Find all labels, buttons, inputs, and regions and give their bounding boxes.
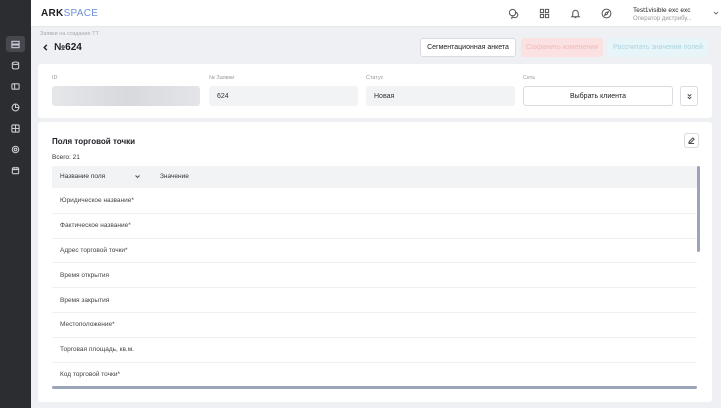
notifications-button[interactable] xyxy=(569,7,582,20)
network-label: Сеть xyxy=(523,75,536,81)
pencil-icon xyxy=(688,137,695,144)
column-header-value: Значение xyxy=(160,173,189,180)
sidebar-item-cards[interactable] xyxy=(6,78,25,94)
double-chevron-down-icon xyxy=(686,93,692,99)
top-bar: ARKSPACE Test1visible exc exc Оператор д… xyxy=(31,0,721,27)
fields-section-title: Поля торговой точки xyxy=(52,137,136,146)
expand-button[interactable] xyxy=(680,86,698,106)
column-header-name[interactable]: Название поля xyxy=(60,173,105,180)
sidebar-item-analytics[interactable] xyxy=(6,120,25,136)
vertical-scrollbar[interactable] xyxy=(697,166,700,252)
apps-icon xyxy=(539,8,550,19)
chevron-down-icon[interactable] xyxy=(713,10,719,16)
segmentation-form-button[interactable]: Сегментационная анкета xyxy=(420,38,516,57)
request-number-field: 624 xyxy=(209,86,358,106)
sort-chevron-icon[interactable] xyxy=(134,173,141,180)
table-row[interactable]: Время закрытия xyxy=(52,288,697,313)
compass-icon xyxy=(601,8,612,19)
user-name: Test1visible exc exc xyxy=(633,7,691,14)
request-number-label: № Заявки xyxy=(209,75,235,81)
table-row[interactable]: Фактическое название* xyxy=(52,214,697,239)
page-title: №624 xyxy=(42,42,82,53)
status-field: Новая xyxy=(366,86,515,106)
user-menu[interactable]: Test1visible exc exc Оператор дистрибу..… xyxy=(633,6,692,24)
card-icon xyxy=(11,82,20,90)
request-number: №624 xyxy=(54,42,82,53)
back-arrow-icon[interactable] xyxy=(42,44,49,51)
table-row[interactable]: Местоположение* xyxy=(52,313,697,338)
user-role: Оператор дистрибу... xyxy=(633,16,692,22)
logo-sub: SPACE xyxy=(63,8,99,19)
fields-table-body: Юридическое название* Фактическое назван… xyxy=(52,189,697,388)
sidebar-rail xyxy=(0,0,31,408)
logo[interactable]: ARKSPACE xyxy=(41,8,98,19)
sidebar-item-reports[interactable] xyxy=(6,99,25,115)
horizontal-scrollbar[interactable] xyxy=(52,386,697,389)
pie-icon xyxy=(11,103,20,111)
edit-fields-button[interactable] xyxy=(684,133,699,148)
table-row[interactable]: Юридическое название* xyxy=(52,189,697,214)
table-row[interactable]: Адрес торговой точки* xyxy=(52,239,697,264)
sidebar-item-database[interactable] xyxy=(6,57,25,73)
calendar-icon xyxy=(11,166,20,174)
sidebar-item-requests[interactable] xyxy=(6,36,25,52)
save-changes-button[interactable]: Сохранить изменения xyxy=(521,38,603,57)
list-icon xyxy=(11,40,20,48)
id-label: ID xyxy=(52,75,58,81)
database-icon xyxy=(11,60,20,70)
id-field xyxy=(52,86,200,106)
table-row[interactable]: Время открытия xyxy=(52,263,697,289)
chat-icon xyxy=(508,8,519,19)
select-client-button[interactable]: Выбрать клиента xyxy=(523,86,673,106)
calculate-fields-button[interactable]: Рассчитать значения полей xyxy=(608,38,708,57)
table-row[interactable]: Торговая площадь, кв.м. xyxy=(52,338,697,363)
logo-main: ARK xyxy=(41,8,64,19)
fields-total: Всего: 21 xyxy=(52,154,80,161)
chat-button[interactable] xyxy=(507,7,520,20)
status-label: Статус xyxy=(366,75,384,81)
apps-button[interactable] xyxy=(538,7,551,20)
sidebar-item-calendar[interactable] xyxy=(6,162,25,178)
gear-icon xyxy=(11,145,20,153)
fields-table-header: Название поля Значение xyxy=(52,166,697,188)
compass-button[interactable] xyxy=(600,7,613,20)
sidebar-item-settings[interactable] xyxy=(6,141,25,157)
grid-icon xyxy=(11,123,20,133)
breadcrumb[interactable]: Заявки на создание ТТ xyxy=(40,31,99,37)
bell-icon xyxy=(570,9,581,19)
table-row[interactable]: Код торговой точки* xyxy=(52,363,697,388)
